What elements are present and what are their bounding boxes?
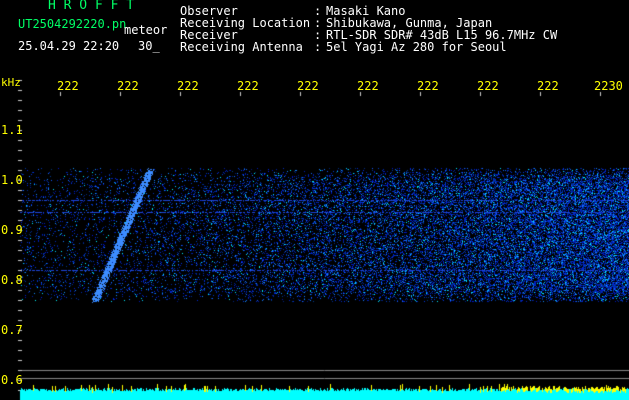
axis-unit-label: kHz xyxy=(1,76,21,89)
freq-tick: 0.8 xyxy=(1,273,23,287)
meta-value-antenna: 5el Yagi Az 280 for Seoul xyxy=(326,40,507,54)
freq-tick: 1.1 xyxy=(1,123,23,137)
time-tick: 222 xyxy=(417,79,439,93)
interval-label: 30_ xyxy=(138,39,160,53)
time-tick: 222 xyxy=(297,79,319,93)
time-tick: 222 xyxy=(177,79,199,93)
spectrogram-canvas xyxy=(0,0,629,400)
file-name: UT2504292220.pn xyxy=(18,17,127,31)
freq-tick: 1.0 xyxy=(1,173,23,187)
time-tick: 222 xyxy=(357,79,379,93)
time-tick: 222 xyxy=(237,79,259,93)
time-tick: 222 xyxy=(57,79,79,93)
time-tick: 222 xyxy=(477,79,499,93)
freq-tick: 0.6 xyxy=(1,373,23,387)
time-tick: 222 xyxy=(537,79,559,93)
freq-tick: 0.7 xyxy=(1,323,23,337)
date-time: 25.04.29 22:20 xyxy=(18,39,120,53)
time-tick: 2230 xyxy=(594,79,623,93)
freq-tick: 0.9 xyxy=(1,223,23,237)
mode-label: meteor xyxy=(124,23,168,37)
time-tick: 222 xyxy=(117,79,139,93)
meta-key-antenna: Receiving Antenna xyxy=(180,40,303,54)
meta-separator: : xyxy=(314,40,322,54)
app-title: H R O F F T xyxy=(48,0,135,13)
